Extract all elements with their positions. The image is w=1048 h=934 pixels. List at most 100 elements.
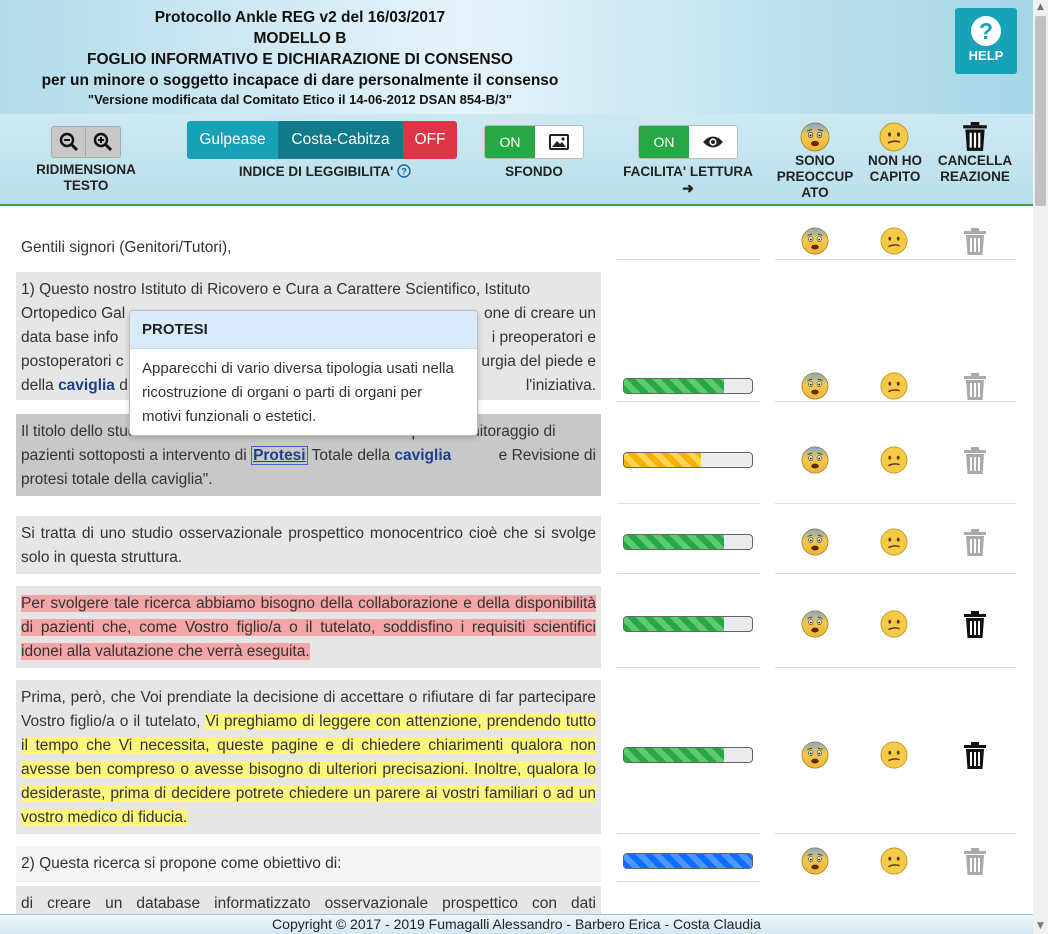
model-title: MODELLO B: [253, 30, 347, 47]
readability-cell: [617, 208, 760, 260]
trash-icon[interactable]: [963, 848, 987, 876]
readability-progress-bar: [623, 616, 753, 632]
paragraph-row: Per svolgere tale ricerca abbiamo bisogn…: [0, 574, 1033, 668]
keyword-link-protesi[interactable]: Protesi: [251, 446, 308, 465]
readability-progress-bar: [623, 853, 753, 869]
worried-face-icon[interactable]: [801, 528, 829, 556]
help-label: HELP: [968, 48, 1004, 63]
confused-face-icon: [879, 122, 909, 152]
keyword-link[interactable]: caviglia: [58, 377, 115, 394]
easy-read-eye-button[interactable]: [689, 126, 737, 158]
readability-progress-bar: [623, 534, 753, 550]
confused-face-icon[interactable]: [880, 741, 908, 769]
paragraph-line: 1) Questo nostro Istituto di Ricovero e …: [21, 281, 531, 298]
easy-read-on-button[interactable]: ON: [639, 126, 689, 158]
help-button[interactable]: ? HELP: [955, 8, 1017, 74]
document-title: FOGLIO INFORMATIVO E DICHIARAZIONE DI CO…: [87, 51, 513, 68]
scroll-down-arrow-icon[interactable]: ▼: [1033, 919, 1048, 934]
paragraph-line: protesi totale della caviglia".: [21, 471, 213, 488]
confused-face-icon[interactable]: [880, 372, 908, 400]
protocol-title: Protocollo Ankle REG v2 del 16/03/2017: [154, 9, 446, 26]
confused-face-icon[interactable]: [880, 227, 908, 255]
paragraph-line: urgia del piede e: [481, 353, 596, 370]
progress-fill: [624, 535, 724, 549]
resize-label-line2: TESTO: [63, 178, 109, 193]
trash-icon[interactable]: [963, 529, 987, 557]
eye-icon: [703, 136, 723, 148]
readability-off-button[interactable]: OFF: [403, 121, 457, 159]
scrollbar-thumb[interactable]: [1035, 16, 1046, 206]
paragraph-line: Totale della: [307, 447, 395, 464]
paragraph-line: Ortopedico Gal: [21, 305, 126, 322]
paragraph-row: Si tratta di uno studio osservazionale p…: [0, 504, 1033, 574]
trash-icon[interactable]: [963, 373, 987, 401]
paragraph-line: data base info: [21, 329, 119, 346]
costa-cabitza-button[interactable]: Costa-Cabitza: [278, 121, 403, 159]
paragraph-row: Prima, però, che Voi prendiate la decisi…: [0, 668, 1033, 834]
keyword-link[interactable]: caviglia: [394, 447, 451, 464]
definition-tooltip: PROTESI Apparecchi di vario diversa tipo…: [129, 310, 478, 436]
worried-face-icon[interactable]: [801, 446, 829, 474]
paragraph-line: l'iniziativa.: [525, 377, 596, 394]
trash-icon[interactable]: [963, 228, 987, 256]
not-understood-label-line2: CAPITO: [869, 169, 921, 184]
paragraph-line: postoperatori c: [21, 353, 124, 370]
question-circle-icon[interactable]: ?: [397, 164, 411, 178]
header-title-block: Protocollo Ankle REG v2 del 16/03/2017 M…: [0, 7, 600, 108]
trash-icon[interactable]: [963, 447, 987, 475]
tooltip-body: Apparecchi di vario diversa tipologia us…: [142, 360, 454, 425]
progress-fill: [624, 453, 701, 467]
paragraph-row: di creare un database informatizzato oss…: [0, 882, 1033, 914]
worried-face-icon[interactable]: [801, 372, 829, 400]
scroll-up-arrow-icon[interactable]: ▲: [1033, 0, 1048, 15]
confused-face-icon[interactable]: [880, 847, 908, 875]
paragraph-line: della: [21, 377, 59, 394]
image-icon: [549, 134, 569, 150]
paragraph-text: di creare un database informatizzato oss…: [16, 886, 601, 914]
zoom-in-icon: [93, 132, 113, 152]
background-toggle[interactable]: ON: [484, 125, 584, 159]
confused-face-icon[interactable]: [880, 446, 908, 474]
paragraph-text: Si tratta di uno studio osservazionale p…: [16, 516, 601, 574]
vertical-scrollbar[interactable]: ▲ ▼: [1033, 0, 1048, 934]
progress-fill: [624, 617, 724, 631]
delete-reaction-label: CANCELLA REAZIONE: [935, 153, 1015, 185]
confused-face-icon[interactable]: [880, 610, 908, 638]
paragraph-line: d: [114, 377, 128, 394]
worried-face-icon[interactable]: [801, 741, 829, 769]
worried-face-icon[interactable]: [801, 847, 829, 875]
background-on-button[interactable]: ON: [485, 126, 535, 158]
easy-read-toggle[interactable]: ON: [638, 125, 738, 159]
worried-face-icon[interactable]: [801, 227, 829, 255]
paragraph-row: Gentili signori (Genitori/Tutori),: [0, 208, 1033, 260]
worried-label-line3: ATO: [801, 185, 829, 200]
worried-label-line2: PREOCCUP: [776, 169, 854, 184]
paragraph-text: Per svolgere tale ricerca abbiamo bisogn…: [16, 586, 601, 668]
document-subtitle: per un minore o soggetto incapace di dar…: [41, 72, 559, 89]
readability-label: INDICE DI LEGGIBILITA' ?: [210, 164, 440, 180]
worried-face-icon[interactable]: [801, 610, 829, 638]
progress-fill: [624, 854, 752, 868]
delete-label-line1: CANCELLA: [937, 153, 1013, 168]
readability-label-text: INDICE DI LEGGIBILITA': [238, 164, 394, 179]
copyright-footer: Copyright © 2017 - 2019 Fumagalli Alessa…: [0, 914, 1033, 934]
easy-read-label: FACILITA' LETTURA ➜: [618, 164, 758, 196]
tooltip-title: PROTESI: [130, 311, 477, 349]
paragraph-text: Prima, però, che Voi prendiate la decisi…: [16, 680, 601, 834]
gulpease-button[interactable]: Gulpease: [187, 121, 278, 159]
confused-face-icon[interactable]: [880, 528, 908, 556]
zoom-in-button[interactable]: [86, 126, 121, 158]
version-note: "Versione modificata dal Comitato Etico …: [87, 92, 513, 107]
resize-text-label: RIDIMENSIONA TESTO: [28, 162, 144, 194]
background-label: SFONDO: [505, 164, 563, 179]
highlighted-text-worried: Per svolgere tale ricerca abbiamo bisogn…: [21, 595, 596, 660]
progress-fill: [624, 748, 724, 762]
trash-icon[interactable]: [963, 742, 987, 770]
delete-label-line2: REAZIONE: [940, 169, 1010, 184]
zoom-out-button[interactable]: [51, 126, 86, 158]
trash-icon[interactable]: [963, 611, 987, 639]
paragraph-line: one di creare un: [483, 305, 596, 322]
readability-index-group: Gulpease Costa-Cabitza OFF: [187, 121, 457, 159]
worried-label-line1: SONO: [795, 153, 835, 168]
background-image-button[interactable]: [535, 126, 583, 158]
